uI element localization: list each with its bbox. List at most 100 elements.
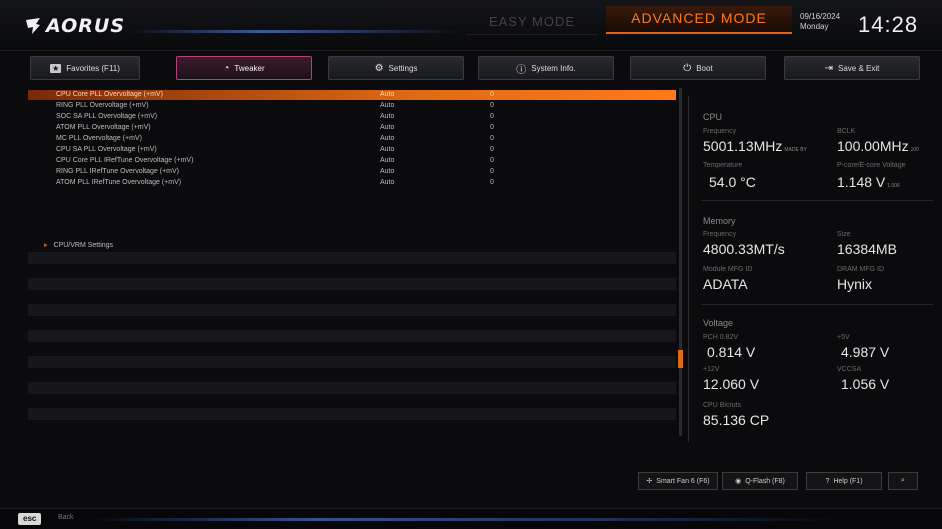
setting-current-value: 0 <box>490 102 494 109</box>
bclk-subtext: 100 <box>910 147 919 153</box>
star-box-icon: ★ <box>50 63 62 73</box>
submenu-arrow-icon: ▸ <box>44 242 48 249</box>
tab-favorites[interactable]: ★ Favorites (F11) <box>30 56 140 80</box>
setting-row[interactable]: SOC SA PLL Overvoltage (+mV) Auto 0 <box>28 112 676 122</box>
setting-name: RING PLL IRefTune Overvoltage (+mV) <box>56 168 179 175</box>
search-button[interactable]: ⌕ <box>888 472 918 490</box>
setting-value[interactable]: Auto <box>380 101 394 111</box>
core-voltage-label: P-core/E-core Voltage <box>837 162 906 169</box>
cpu-temperature-label: Temperature <box>703 162 743 169</box>
row-stripe <box>28 304 676 316</box>
setting-name: ATOM PLL Overvoltage (+mV) <box>56 124 151 131</box>
memory-frequency-value: 4800.33MT/s <box>703 241 785 257</box>
setting-value[interactable]: Auto <box>380 145 394 155</box>
speedometer-icon: ◔ <box>223 62 230 74</box>
setting-value[interactable]: Auto <box>380 156 394 166</box>
tab-boot[interactable]: ⏻ Boot <box>630 56 766 80</box>
header-decoration <box>130 30 460 33</box>
weekday-text: Monday <box>800 22 829 31</box>
tab-save-exit[interactable]: ⇥ Save & Exit <box>784 56 920 80</box>
row-stripe <box>28 356 676 368</box>
setting-row[interactable]: RING PLL IRefTune Overvoltage (+mV) Auto… <box>28 167 676 177</box>
help-button[interactable]: ? Help (F1) <box>806 472 882 490</box>
back-label: Back <box>58 514 74 521</box>
setting-current-value: 0 <box>490 135 494 142</box>
12v-value: 12.060 V <box>703 376 760 392</box>
cpu-bclk-value: 85.136 CP <box>703 412 770 428</box>
setting-row[interactable]: CPU Core PLL IRefTune Overvoltage (+mV) … <box>28 156 676 166</box>
12v-label: +12V <box>703 366 720 373</box>
tab-system-info[interactable]: ⓘ System Info. <box>478 56 614 80</box>
cpu-section-title: CPU <box>703 112 723 122</box>
setting-row[interactable]: CPU Core PLL Overvoltage (+mV) Auto 0 <box>28 90 676 100</box>
module-mfg-value: ADATA <box>703 276 748 292</box>
settings-icon: ⚙ <box>374 62 384 74</box>
setting-name: SOC SA PLL Overvoltage (+mV) <box>56 113 158 120</box>
scrollbar-thumb[interactable] <box>678 350 683 368</box>
vccsa-label: VCCSA <box>837 366 862 373</box>
tab-label: System Info. <box>531 63 576 73</box>
date-text: 09/16/2024 <box>800 12 841 21</box>
module-mfg-label: Module MFG ID <box>703 266 753 273</box>
setting-value[interactable]: Auto <box>380 112 394 122</box>
setting-row[interactable]: ATOM PLL Overvoltage (+mV) Auto 0 <box>28 123 676 133</box>
help-label: Help (F1) <box>833 477 863 485</box>
setting-value[interactable]: Auto <box>380 90 394 100</box>
setting-name: MC PLL Overvoltage (+mV) <box>56 135 142 142</box>
help-icon: ? <box>825 477 830 485</box>
divider <box>701 200 933 201</box>
setting-value[interactable]: Auto <box>380 167 394 177</box>
submenu-cpu-vrm[interactable]: ▸ CPU/VRM Settings <box>44 241 113 249</box>
esc-key[interactable]: esc <box>18 513 42 525</box>
setting-value[interactable]: Auto <box>380 178 394 188</box>
tab-label: Tweaker <box>234 63 265 73</box>
setting-current-value: 0 <box>490 168 494 175</box>
q-flash-button[interactable]: ◉ Q-Flash (F8) <box>722 472 798 490</box>
setting-name: CPU SA PLL Overvoltage (+mV) <box>56 146 157 153</box>
setting-value[interactable]: Auto <box>380 134 394 144</box>
setting-current-value: 0 <box>490 179 494 186</box>
empty-rows <box>28 236 676 426</box>
setting-current-value: 0 <box>490 91 494 98</box>
row-stripe <box>28 408 676 420</box>
cpu-temperature-value: 54.0 °C <box>709 174 756 190</box>
divider <box>701 304 933 305</box>
tab-label: Boot <box>696 63 713 73</box>
advanced-mode-tab[interactable]: ADVANCED MODE <box>606 6 792 34</box>
scrollbar-track[interactable] <box>679 88 682 436</box>
row-stripe <box>28 252 676 264</box>
tab-settings[interactable]: ⚙ Settings <box>328 56 464 80</box>
smart-fan-button[interactable]: ✢ Smart Fan 6 (F6) <box>638 472 718 490</box>
setting-row[interactable]: ATOM PLL IRefTune Overvoltage (+mV) Auto… <box>28 178 676 188</box>
aorus-eagle-icon <box>26 18 40 34</box>
cpu-frequency-value: 5001.13MHz MADE BY <box>703 138 807 154</box>
setting-value[interactable]: Auto <box>380 123 394 133</box>
row-stripe <box>28 278 676 290</box>
cpu-frequency-label: Frequency <box>703 128 737 135</box>
bclk-label: BCLK <box>837 128 856 135</box>
5v-value: 4.987 V <box>841 344 890 360</box>
tab-tweaker[interactable]: ◔ Tweaker <box>176 56 312 80</box>
memory-size-label: Size <box>837 231 851 238</box>
brand-name: AORUS <box>46 15 126 37</box>
bottom-toolbar: ✢ Smart Fan 6 (F6) ◉ Q-Flash (F8) ? Help… <box>0 472 942 490</box>
setting-row[interactable]: RING PLL Overvoltage (+mV) Auto 0 <box>28 101 676 111</box>
bclk-text: 100.00MHz <box>837 138 909 154</box>
row-stripe <box>28 382 676 394</box>
setting-current-value: 0 <box>490 124 494 131</box>
search-icon: ⌕ <box>901 477 905 484</box>
vccsa-value: 1.056 V <box>841 376 890 392</box>
bclk-value: 100.00MHz 100 <box>837 138 919 154</box>
dram-mfg-value: Hynix <box>837 276 873 292</box>
cpu-frequency-subtext: MADE BY <box>784 147 807 153</box>
tab-label: Favorites (F11) <box>66 63 120 73</box>
setting-name: CPU Core PLL Overvoltage (+mV) <box>56 91 163 98</box>
setting-current-value: 0 <box>490 113 494 120</box>
setting-row[interactable]: CPU SA PLL Overvoltage (+mV) Auto 0 <box>28 145 676 155</box>
main-tabs: ★ Favorites (F11) ◔ Tweaker ⚙ Settings ⓘ… <box>0 56 942 82</box>
smart-fan-label: Smart Fan 6 (F6) <box>656 477 710 485</box>
brand-logo: AORUS <box>24 13 125 39</box>
footer-decoration <box>90 518 840 521</box>
setting-row[interactable]: MC PLL Overvoltage (+mV) Auto 0 <box>28 134 676 144</box>
easy-mode-tab[interactable]: EASY MODE <box>466 10 598 35</box>
